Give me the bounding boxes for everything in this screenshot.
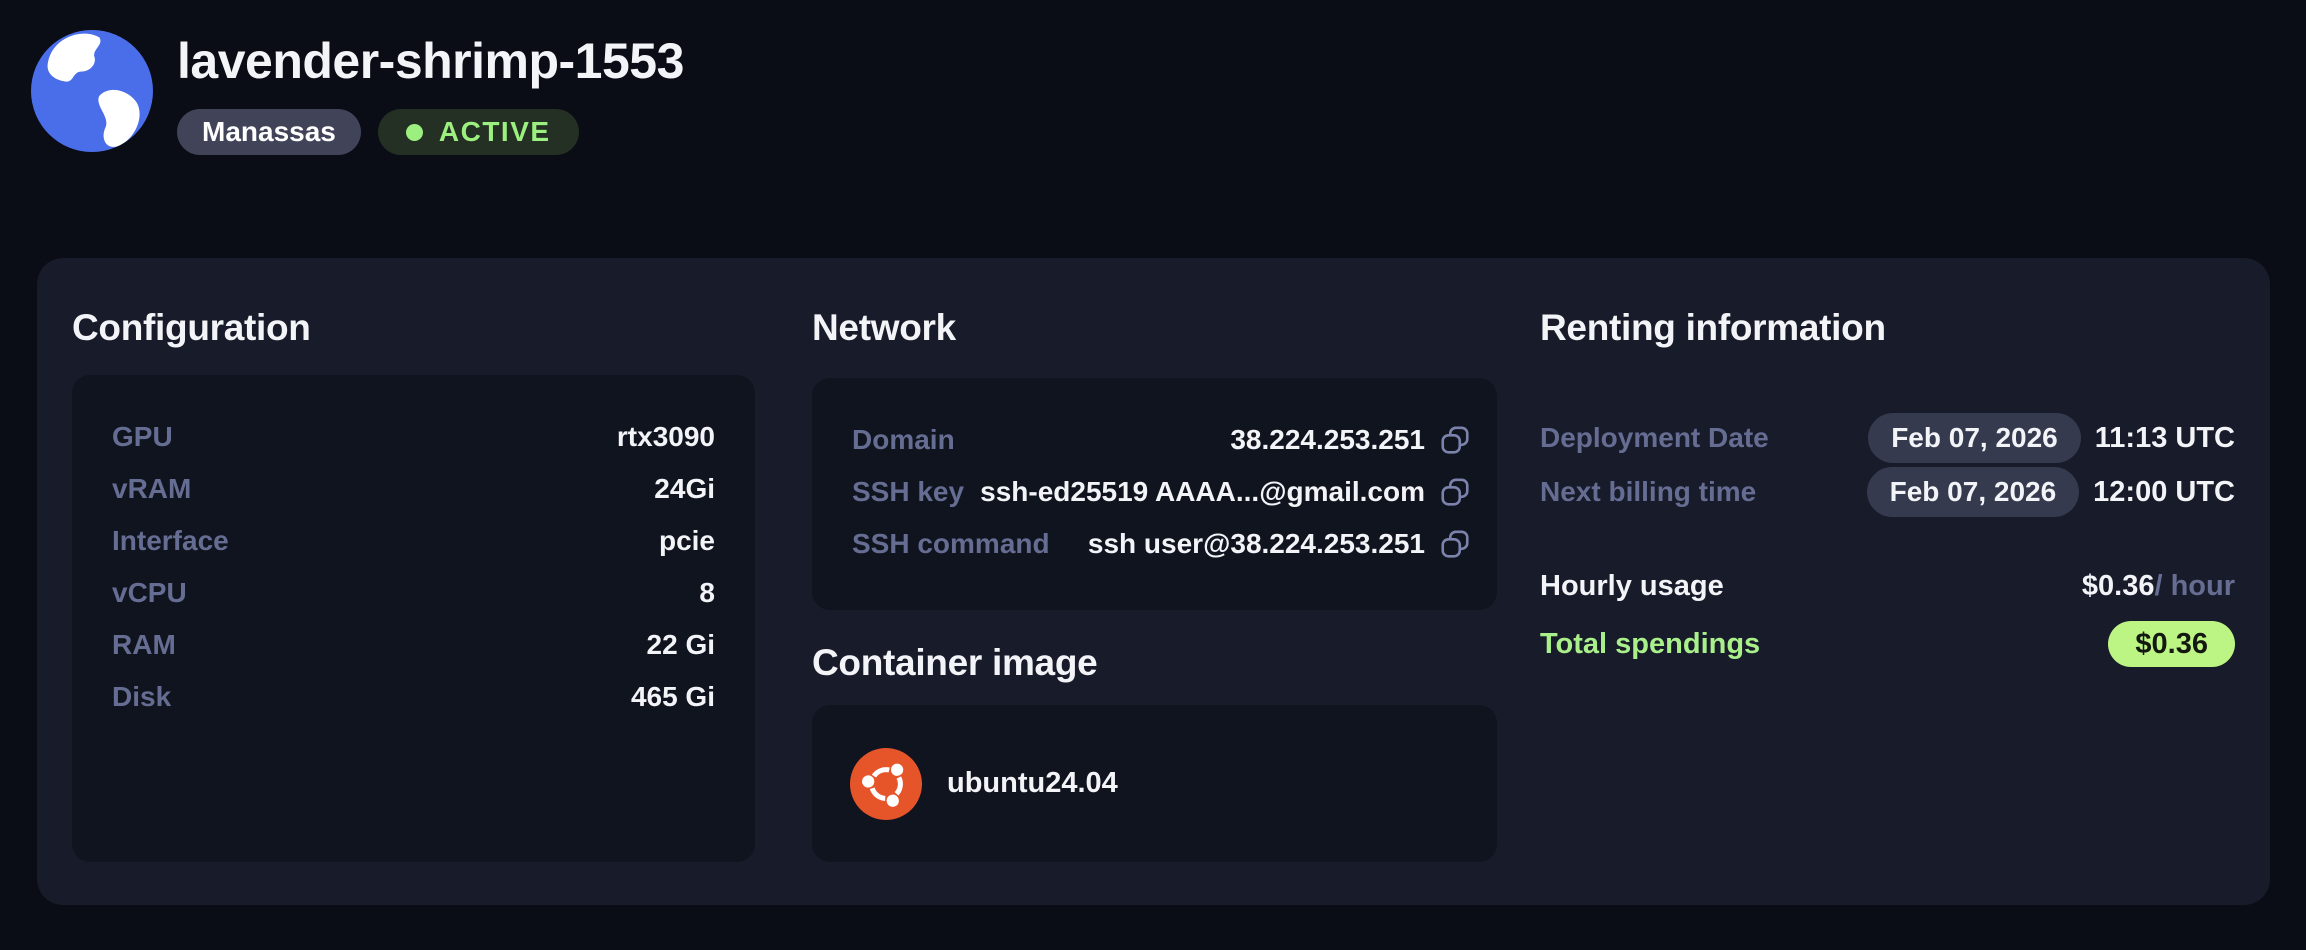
network-heading: Network — [812, 305, 1497, 350]
network-value: 38.224.253.251 — [1230, 424, 1425, 456]
status-badge: ACTIVE — [378, 109, 579, 155]
config-row-disk: Disk 465 Gi — [112, 671, 715, 723]
config-value: 22 Gi — [647, 629, 715, 661]
config-row-gpu: GPU rtx3090 — [112, 411, 715, 463]
instance-detail-page: lavender-shrimp-1553 Manassas ACTIVE Con… — [0, 0, 2306, 950]
copy-ssh-command-button[interactable] — [1440, 529, 1470, 559]
next-billing-date-pill: Feb 07, 2026 — [1867, 467, 2080, 517]
network-value: ssh-ed25519 AAAA...@gmail.com — [980, 476, 1425, 508]
deployment-date-row: Deployment Date Feb 07, 2026 11:13 UTC — [1540, 413, 2235, 463]
copy-icon — [1440, 477, 1470, 507]
header-text: lavender-shrimp-1553 Manassas ACTIVE — [177, 20, 684, 155]
network-section: Network Domain 38.224.253.251 SSH key ss… — [812, 305, 1497, 905]
network-panel: Domain 38.224.253.251 SSH key ssh-ed2551… — [812, 378, 1497, 610]
network-label: SSH command — [852, 528, 1050, 560]
config-value: 465 Gi — [631, 681, 715, 713]
status-dot-icon — [406, 124, 423, 141]
network-value: ssh user@38.224.253.251 — [1088, 528, 1425, 560]
configuration-heading: Configuration — [72, 305, 755, 350]
ubuntu-logo-icon — [850, 748, 922, 820]
total-spendings-row: Total spendings $0.36 — [1540, 621, 2235, 667]
globe-icon — [31, 20, 153, 155]
config-label: GPU — [112, 421, 173, 453]
config-label: vRAM — [112, 473, 191, 505]
network-row-ssh-command: SSH command ssh user@38.224.253.251 — [852, 518, 1470, 570]
config-label: vCPU — [112, 577, 187, 609]
configuration-section: Configuration GPU rtx3090 vRAM 24Gi Inte… — [72, 305, 755, 905]
total-spendings-label: Total spendings — [1540, 628, 1760, 661]
next-billing-value: Feb 07, 2026 12:00 UTC — [1867, 467, 2235, 517]
container-image-panel: ubuntu24.04 — [812, 705, 1497, 862]
deployment-date-pill: Feb 07, 2026 — [1868, 413, 2081, 463]
hourly-usage-label: Hourly usage — [1540, 570, 1724, 603]
config-label: RAM — [112, 629, 176, 661]
location-badge: Manassas — [177, 109, 361, 155]
deployment-time: 11:13 UTC — [2095, 422, 2235, 455]
config-row-interface: Interface pcie — [112, 515, 715, 567]
renting-heading: Renting information — [1540, 305, 2235, 350]
hourly-usage-suffix: / hour — [2154, 570, 2235, 603]
badges-row: Manassas ACTIVE — [177, 109, 684, 155]
deployment-date-value: Feb 07, 2026 11:13 UTC — [1868, 413, 2235, 463]
config-row-ram: RAM 22 Gi — [112, 619, 715, 671]
config-row-vram: vRAM 24Gi — [112, 463, 715, 515]
next-billing-row: Next billing time Feb 07, 2026 12:00 UTC — [1540, 467, 2235, 517]
next-billing-time: 12:00 UTC — [2093, 476, 2235, 509]
hourly-usage-row: Hourly usage $0.36 / hour — [1540, 568, 2235, 604]
status-badge-label: ACTIVE — [439, 116, 551, 148]
instance-card: Configuration GPU rtx3090 vRAM 24Gi Inte… — [37, 258, 2270, 905]
config-value: 24Gi — [654, 473, 715, 505]
hourly-usage-value: $0.36 / hour — [2082, 570, 2235, 603]
copy-icon — [1440, 425, 1470, 455]
next-billing-label: Next billing time — [1540, 476, 1756, 508]
container-image-name: ubuntu24.04 — [947, 767, 1118, 800]
configuration-panel: GPU rtx3090 vRAM 24Gi Interface pcie vCP… — [72, 375, 755, 862]
config-value: 8 — [699, 577, 715, 609]
config-row-vcpu: vCPU 8 — [112, 567, 715, 619]
renting-rows: Deployment Date Feb 07, 2026 11:13 UTC N… — [1540, 413, 2235, 667]
hourly-usage-amount: $0.36 — [2082, 570, 2155, 603]
container-image-heading: Container image — [812, 640, 1497, 685]
page-header: lavender-shrimp-1553 Manassas ACTIVE — [31, 20, 684, 155]
renting-section: Renting information Deployment Date Feb … — [1540, 305, 2235, 905]
config-label: Disk — [112, 681, 171, 713]
copy-domain-button[interactable] — [1440, 425, 1470, 455]
network-label: Domain — [852, 424, 955, 456]
deployment-date-label: Deployment Date — [1540, 422, 1769, 454]
copy-ssh-key-button[interactable] — [1440, 477, 1470, 507]
network-row-domain: Domain 38.224.253.251 — [852, 414, 1470, 466]
network-row-ssh-key: SSH key ssh-ed25519 AAAA...@gmail.com — [852, 466, 1470, 518]
copy-icon — [1440, 529, 1470, 559]
config-value: pcie — [659, 525, 715, 557]
config-label: Interface — [112, 525, 229, 557]
page-title: lavender-shrimp-1553 — [177, 34, 684, 88]
config-value: rtx3090 — [617, 421, 715, 453]
network-label: SSH key — [852, 476, 964, 508]
total-spendings-pill: $0.36 — [2108, 621, 2235, 667]
